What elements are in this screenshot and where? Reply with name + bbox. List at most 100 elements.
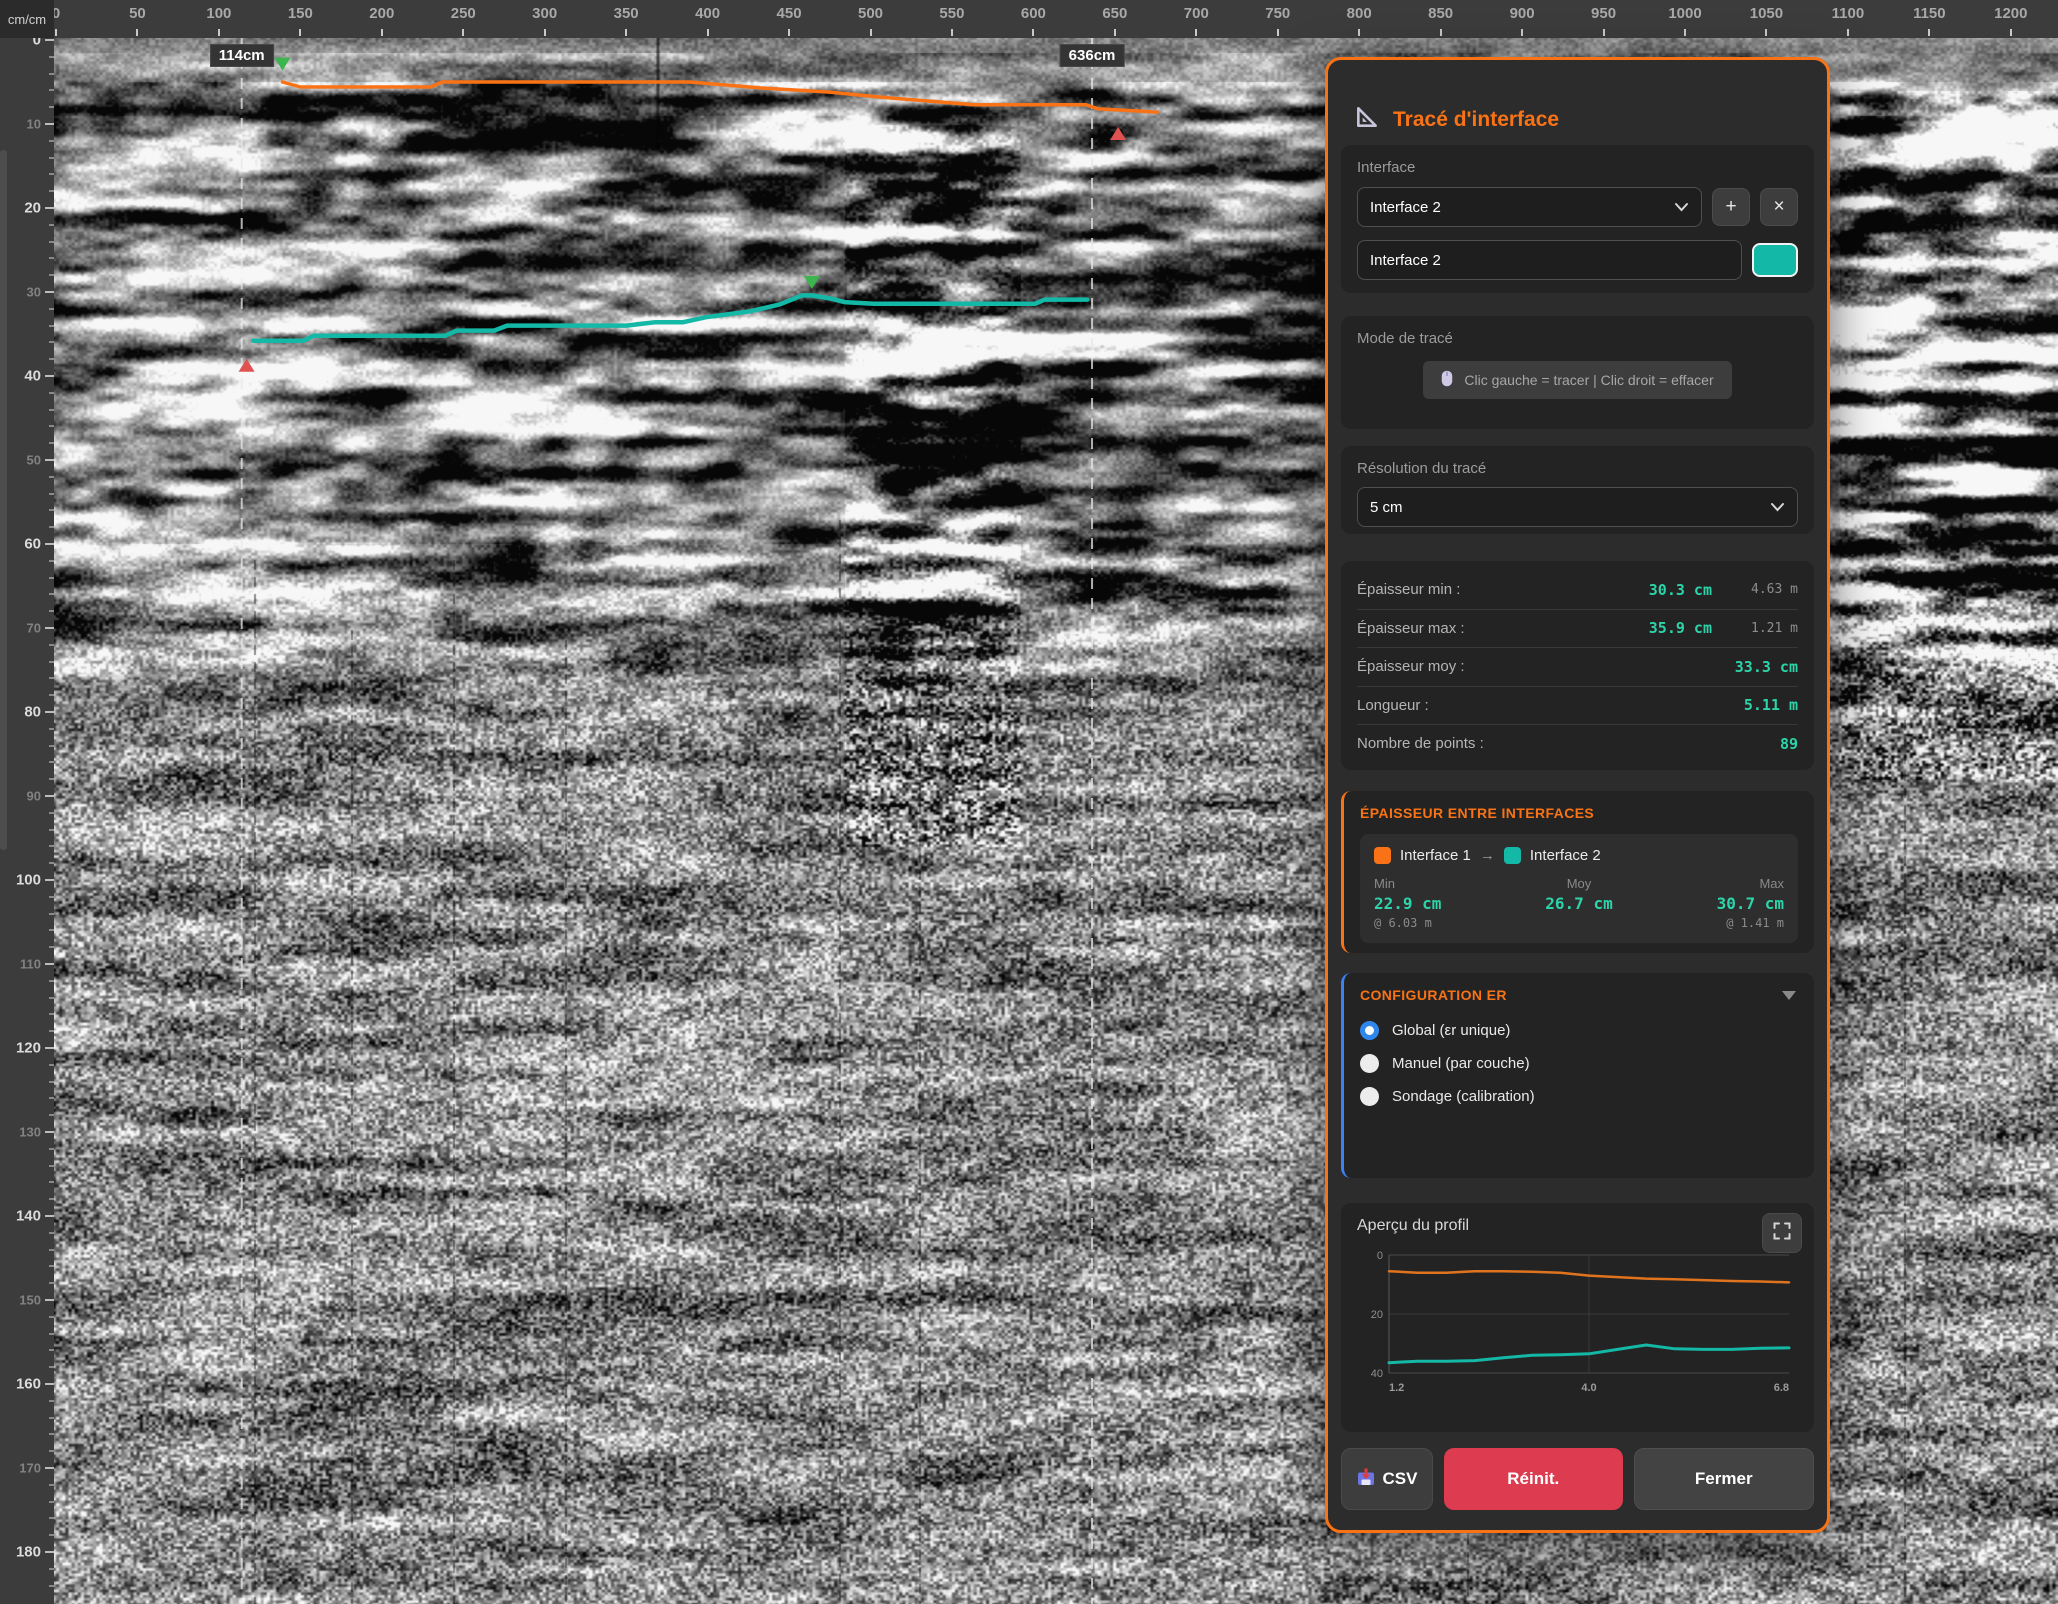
stat-label: Longueur : bbox=[1357, 697, 1429, 714]
marker-label-left: 114cm bbox=[210, 44, 274, 67]
left-ruler-tick bbox=[49, 1517, 54, 1519]
thickness-col-label: Moy bbox=[1511, 876, 1648, 891]
stat-label: Épaisseur min : bbox=[1357, 581, 1460, 598]
radio-label: Sondage (calibration) bbox=[1392, 1088, 1535, 1105]
csv-export-button[interactable]: CSV bbox=[1341, 1448, 1433, 1510]
left-ruler-tick bbox=[49, 1114, 54, 1116]
left-ruler-tick bbox=[49, 1097, 54, 1099]
close-button[interactable]: Fermer bbox=[1634, 1448, 1815, 1510]
top-ruler: 0501001502002503003504004505005506006507… bbox=[0, 0, 2058, 38]
interface-name-input[interactable]: Interface 2 bbox=[1357, 240, 1742, 280]
left-ruler-tick bbox=[49, 997, 54, 999]
left-ruler-tick bbox=[49, 829, 54, 831]
collapse-icon[interactable] bbox=[1782, 991, 1796, 1000]
radio-label: Global (εr unique) bbox=[1392, 1022, 1510, 1039]
profile-preview-card: Aperçu du profil 020401.24.06.8 bbox=[1341, 1203, 1814, 1432]
chart-x-tick: 1.2 bbox=[1389, 1382, 1404, 1394]
left-ruler-tick bbox=[49, 358, 54, 360]
interface-color-swatch[interactable] bbox=[1752, 243, 1798, 277]
left-ruler-tick bbox=[49, 946, 54, 948]
top-ruler-tick bbox=[462, 29, 464, 36]
marker-label-right: 636cm bbox=[1060, 44, 1125, 67]
resolution-card: Résolution du tracé 5 cm bbox=[1341, 446, 1814, 534]
top-ruler-label: 50 bbox=[129, 5, 146, 22]
resolution-select[interactable]: 5 cm bbox=[1357, 487, 1798, 527]
radio-selected-icon[interactable] bbox=[1360, 1021, 1379, 1040]
left-ruler-label: 10 bbox=[27, 117, 41, 132]
chart-y-tick: 20 bbox=[1371, 1309, 1383, 1321]
stat-position: 4.63 m bbox=[1712, 582, 1798, 597]
top-ruler-tick bbox=[1440, 29, 1442, 36]
resolution-value: 5 cm bbox=[1370, 499, 1403, 516]
top-ruler-tick bbox=[625, 29, 627, 36]
top-ruler-label: 800 bbox=[1347, 5, 1372, 22]
left-ruler-tick bbox=[49, 728, 54, 730]
left-ruler-tick bbox=[49, 425, 54, 427]
remove-interface-button[interactable]: × bbox=[1760, 188, 1798, 226]
reset-button[interactable]: Réinit. bbox=[1444, 1448, 1623, 1510]
left-ruler-tick bbox=[49, 1064, 54, 1066]
left-ruler-tick bbox=[49, 392, 54, 394]
top-ruler-tick bbox=[299, 29, 301, 36]
config-er-title: CONFIGURATION ER bbox=[1360, 987, 1798, 1003]
radio-option[interactable]: Global (εr unique) bbox=[1360, 1021, 1798, 1040]
top-ruler-tick bbox=[1114, 29, 1116, 36]
thickness-col-position: @ 1.41 m bbox=[1647, 916, 1784, 930]
thickness-col-label: Max bbox=[1647, 876, 1784, 891]
top-ruler-tick bbox=[870, 29, 872, 36]
left-ruler-tick bbox=[49, 1568, 54, 1570]
stats-card: Épaisseur min :30.3 cm4.63 mÉpaisseur ma… bbox=[1341, 561, 1814, 770]
left-ruler-tick bbox=[49, 1282, 54, 1284]
interface-select[interactable]: Interface 2 bbox=[1357, 187, 1702, 227]
top-ruler-label: 450 bbox=[777, 5, 802, 22]
vertical-scrollbar[interactable] bbox=[0, 150, 7, 850]
resolution-label: Résolution du tracé bbox=[1357, 460, 1798, 477]
left-ruler-tick bbox=[49, 1249, 54, 1251]
radio-option[interactable]: Sondage (calibration) bbox=[1360, 1087, 1798, 1106]
left-ruler-tick bbox=[49, 257, 54, 259]
left-ruler-tick bbox=[49, 1366, 54, 1368]
expand-button[interactable] bbox=[1762, 1213, 1802, 1253]
thickness-col-max: Max30.7 cm@ 1.41 m bbox=[1647, 876, 1784, 930]
panel-title: Tracé d'interface bbox=[1393, 108, 1559, 132]
left-ruler-tick bbox=[45, 207, 54, 209]
thickness-col-min: Min22.9 cm@ 6.03 m bbox=[1374, 876, 1511, 930]
left-ruler-tick bbox=[49, 56, 54, 58]
left-ruler-tick bbox=[49, 593, 54, 595]
left-ruler-tick bbox=[45, 1551, 54, 1553]
radio-option[interactable]: Manuel (par couche) bbox=[1360, 1054, 1798, 1073]
left-ruler-tick bbox=[45, 963, 54, 965]
top-ruler-label: 400 bbox=[695, 5, 720, 22]
left-ruler-tick bbox=[45, 879, 54, 881]
radio-icon[interactable] bbox=[1360, 1087, 1379, 1106]
ruler-unit-label: cm/cm bbox=[0, 0, 54, 38]
top-ruler-tick bbox=[1358, 29, 1360, 36]
left-ruler-tick bbox=[49, 1433, 54, 1435]
left-ruler-tick bbox=[49, 745, 54, 747]
top-ruler-label: 100 bbox=[206, 5, 231, 22]
top-ruler-tick bbox=[707, 29, 709, 36]
left-ruler-tick bbox=[49, 761, 54, 763]
left-ruler: 0102030405060708090100110120130140150160… bbox=[0, 38, 54, 1604]
top-ruler-label: 150 bbox=[288, 5, 313, 22]
trace-mode-label: Mode de tracé bbox=[1357, 330, 1798, 347]
left-ruler-tick bbox=[49, 1181, 54, 1183]
left-ruler-tick bbox=[49, 778, 54, 780]
left-ruler-tick bbox=[49, 1316, 54, 1318]
top-ruler-label: 600 bbox=[1021, 5, 1046, 22]
thickness-col-value: 26.7 cm bbox=[1511, 894, 1648, 913]
chart-x-tick: 6.8 bbox=[1774, 1382, 1789, 1394]
left-ruler-label: 20 bbox=[24, 200, 41, 217]
save-icon bbox=[1357, 1468, 1375, 1491]
left-ruler-tick bbox=[49, 1232, 54, 1234]
left-ruler-label: 60 bbox=[24, 536, 41, 553]
left-ruler-tick bbox=[49, 896, 54, 898]
left-ruler-tick bbox=[49, 1165, 54, 1167]
left-ruler-tick bbox=[49, 1013, 54, 1015]
left-ruler-label: 90 bbox=[27, 789, 41, 804]
left-ruler-tick bbox=[49, 1198, 54, 1200]
radio-icon[interactable] bbox=[1360, 1054, 1379, 1073]
add-interface-button[interactable]: + bbox=[1712, 188, 1750, 226]
thickness-col-label: Min bbox=[1374, 876, 1511, 891]
left-ruler-label: 170 bbox=[19, 1461, 41, 1476]
